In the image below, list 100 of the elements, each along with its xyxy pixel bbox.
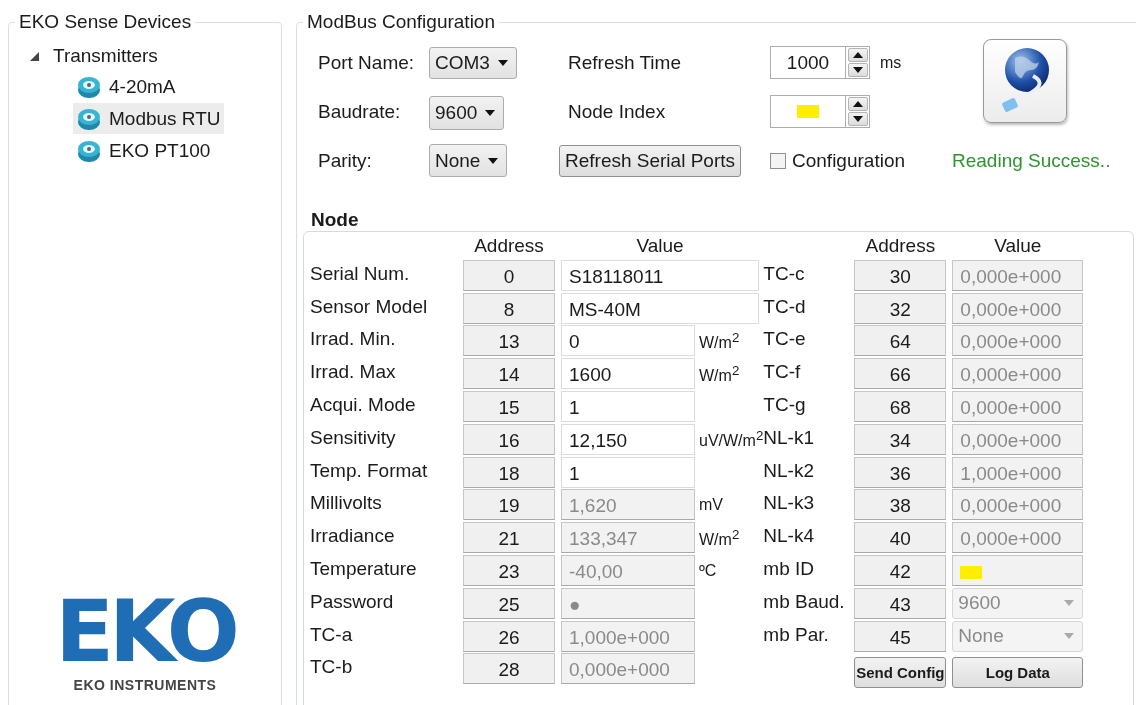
field-label: Refresh Time xyxy=(567,51,682,74)
address-cell: 13 xyxy=(463,325,555,357)
address-cell: 25 xyxy=(463,587,555,619)
unit-label: uV/W/m$^{2}$ xyxy=(699,428,764,451)
value-field[interactable]: 1 xyxy=(561,456,695,488)
value-field: 133,347 xyxy=(561,522,695,554)
value-field: 0,000e+000 xyxy=(952,391,1084,423)
value-field[interactable]: MS-40M xyxy=(561,292,759,324)
address-cell: 38 xyxy=(854,489,947,521)
field-label: Port Name: xyxy=(318,51,416,74)
address-cell: 28 xyxy=(463,653,555,685)
caret-icon xyxy=(488,157,499,164)
value-field: 1,000e+000 xyxy=(561,620,695,652)
number-field[interactable] xyxy=(770,95,846,128)
address-cell: 19 xyxy=(463,489,555,521)
tree-item[interactable]: EKO PT100 xyxy=(73,135,224,166)
field-label: Parity: xyxy=(318,149,373,172)
address-cell: 66 xyxy=(854,358,947,390)
address-cell: 0 xyxy=(463,259,555,291)
value-field: 1,000e+000 xyxy=(952,456,1084,488)
address-cell: 42 xyxy=(854,555,947,587)
value-field[interactable]: S18118011 xyxy=(561,259,759,291)
logo-caption: EKO INSTRUMENTS xyxy=(73,677,217,693)
value-field: -40,00 xyxy=(561,555,695,587)
connect-button[interactable] xyxy=(983,39,1067,123)
value-field: 0,000e+000 xyxy=(952,292,1084,324)
increment-button[interactable] xyxy=(847,48,868,62)
address-cell: 21 xyxy=(463,522,555,554)
field-label: Acqui. Mode xyxy=(310,394,417,417)
unit-label: ºC xyxy=(699,561,717,580)
address-cell: 45 xyxy=(854,620,947,652)
field-label: Baudrate: xyxy=(318,100,402,123)
address-cell: 34 xyxy=(854,423,947,455)
value-field[interactable]: 12,150 xyxy=(561,423,695,455)
unit-label: W/m$^{2}$ xyxy=(699,362,740,385)
column-header: Address xyxy=(473,234,545,257)
tree-item[interactable]: 4-20mA xyxy=(73,71,224,102)
device-icon xyxy=(77,106,101,131)
field-label: Sensor Model xyxy=(310,295,429,318)
value-field[interactable]: 1 xyxy=(561,391,695,423)
value-field: 0,000e+000 xyxy=(561,653,695,685)
address-cell: 30 xyxy=(854,259,947,291)
baudrate-dropdown[interactable]: 9600 xyxy=(429,96,505,130)
checkbox[interactable] xyxy=(770,152,786,169)
field-label: mb Baud. xyxy=(763,590,846,613)
refresh-ports-button[interactable]: Refresh Serial Ports xyxy=(559,144,741,177)
parity-dropdown[interactable]: None xyxy=(429,144,508,177)
tree-item[interactable]: Transmitters xyxy=(53,45,158,67)
field-label: Sensitivity xyxy=(310,426,397,449)
field-label: Temperature xyxy=(310,558,418,581)
arrow-down-icon xyxy=(852,67,863,73)
value-field: ● xyxy=(561,587,695,619)
value-field: 0,000e+000 xyxy=(952,423,1084,455)
port-name-dropdown[interactable]: COM3 xyxy=(429,46,517,79)
value-field[interactable]: 1600 xyxy=(561,358,695,390)
value-field: 0,000e+000 xyxy=(952,259,1084,291)
unit-label: ms xyxy=(880,53,902,72)
number-field[interactable]: 1000 xyxy=(770,46,846,79)
field-label: TC-a xyxy=(310,623,354,646)
increment-button[interactable] xyxy=(847,97,868,111)
tree-item[interactable]: Modbus RTU xyxy=(73,103,224,134)
column-header: Value xyxy=(993,234,1043,257)
field-label: TC-e xyxy=(763,328,807,351)
decrement-button[interactable] xyxy=(847,112,868,126)
action-button[interactable]: Send Config xyxy=(854,656,947,688)
action-button[interactable]: Log Data xyxy=(952,656,1084,688)
address-cell: 14 xyxy=(463,358,555,390)
value-field: 0,000e+000 xyxy=(952,325,1084,357)
caret-icon xyxy=(497,59,508,66)
arrow-up-icon xyxy=(852,52,863,58)
device-icon xyxy=(77,74,101,99)
arrow-up-icon xyxy=(852,101,863,107)
expanded-arrow-icon[interactable] xyxy=(29,51,39,61)
value-field[interactable]: 0 xyxy=(561,325,695,357)
field-label: Irradiance xyxy=(310,525,396,548)
panel-title: ModBus Configuration xyxy=(306,12,496,32)
address-cell: 26 xyxy=(463,620,555,652)
column-header: Address xyxy=(864,234,937,257)
address-cell: 8 xyxy=(463,292,555,324)
field-label: Temp. Format xyxy=(310,459,429,482)
address-cell: 32 xyxy=(854,292,947,324)
column-header: Value xyxy=(635,234,685,257)
field-label: TC-c xyxy=(763,262,806,285)
address-cell: 16 xyxy=(463,423,555,455)
value-field: 1,620 xyxy=(561,489,695,521)
field-label: Irrad. Max xyxy=(310,361,397,384)
field-label: NL-k3 xyxy=(763,492,815,515)
field-label: NL-k1 xyxy=(763,426,815,449)
checkbox-label[interactable]: Configuration xyxy=(792,149,906,172)
unit-label: mV xyxy=(699,495,723,514)
address-cell: 18 xyxy=(463,456,555,488)
field-label: NL-k2 xyxy=(763,459,815,482)
field-label: TC-f xyxy=(763,361,802,384)
field-label: mb Par. xyxy=(763,623,830,646)
field-label: Serial Num. xyxy=(310,262,411,285)
field-label: Node Index xyxy=(567,100,667,123)
caret-icon xyxy=(1064,600,1075,607)
decrement-button[interactable] xyxy=(847,63,868,77)
address-cell: 40 xyxy=(854,522,947,554)
field-label: Millivolts xyxy=(310,492,383,515)
